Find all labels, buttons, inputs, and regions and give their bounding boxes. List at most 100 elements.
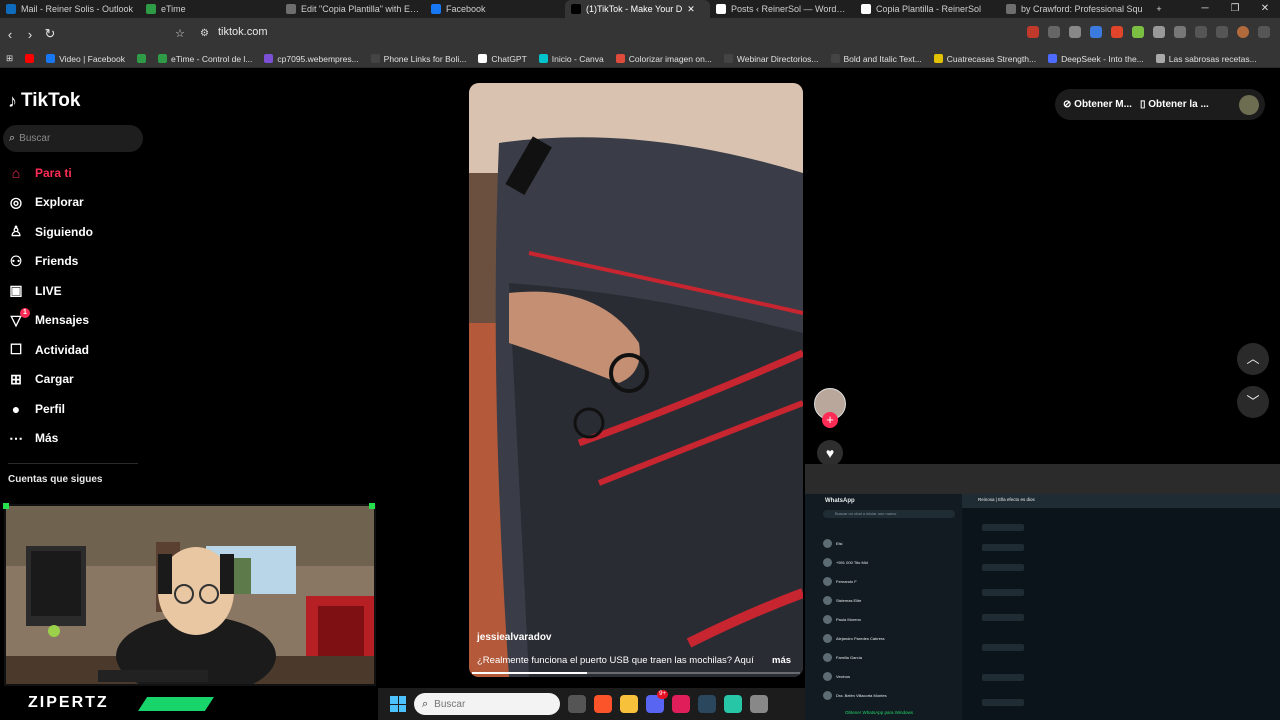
whatsapp-chat-item[interactable]: Dra. Belén Villacorta Montes	[823, 686, 958, 705]
whatsapp-chat-item[interactable]: Sistemas Elite	[823, 591, 958, 610]
browser-tab[interactable]: Edit "Copia Plantilla" with Elem	[280, 0, 425, 18]
site-info-icon[interactable]: ⚙	[200, 28, 209, 39]
sidebar-item-live[interactable]: ▣ LIVE	[8, 276, 143, 306]
live-icon: ▣	[9, 282, 23, 299]
apps-icon[interactable]: ⊞	[0, 53, 19, 64]
reinersol-icon	[716, 4, 726, 14]
app-icon[interactable]	[750, 695, 768, 713]
browser-tab[interactable]: Posts ‹ ReinerSol — WordPress	[710, 0, 855, 18]
music-icon[interactable]	[1195, 26, 1207, 38]
bookmark-item[interactable]: Colorizar imagen on...	[610, 54, 718, 64]
back-icon[interactable]: ‹	[0, 27, 20, 42]
video-player[interactable]	[469, 83, 803, 677]
bookmark-item[interactable]: Webinar Directorios...	[718, 54, 825, 64]
whatsapp-chat-item[interactable]: Alejandro Paredes Cabrera	[823, 629, 958, 648]
taskbar-search-input[interactable]	[434, 698, 545, 710]
extension-icon[interactable]	[1090, 26, 1102, 38]
steam-icon[interactable]	[698, 695, 716, 713]
sidebar-item-home[interactable]: ⌂ Para ti	[8, 158, 143, 188]
whatsapp-chat-item[interactable]: Familia García	[823, 648, 958, 667]
sidebar-item-friends[interactable]: ⚇ Friends	[8, 247, 143, 277]
extension-icon[interactable]	[1111, 26, 1123, 38]
sidebar-item-profile[interactable]: ● Perfil	[8, 394, 143, 424]
extension-icon[interactable]	[1027, 26, 1039, 38]
sidebar-item-messages[interactable]: ▽ Mensajes 1	[8, 306, 143, 336]
forward-icon[interactable]: ›	[20, 27, 40, 42]
browser-tab[interactable]: by Crawford: Professional Squ	[1000, 0, 1150, 18]
sidebar-item-activity[interactable]: ☐ Actividad	[8, 335, 143, 365]
close-tab-icon[interactable]: ✕	[687, 4, 695, 15]
browser-tab[interactable]: Copia Plantilla - ReinerSol	[855, 0, 1000, 18]
bookmark-item[interactable]: eTime - Control de l...	[152, 54, 258, 64]
whatsapp-chat-item[interactable]: Paula Moreno	[823, 610, 958, 629]
reload-icon[interactable]: ↻	[40, 26, 60, 42]
url-field[interactable]: tiktok.com	[218, 26, 268, 38]
bookmark-item[interactable]: Bold and Italic Text...	[825, 54, 928, 64]
avatar	[823, 691, 832, 700]
compass-icon: ◎	[9, 193, 23, 210]
whatsapp-chat-item[interactable]: Fernando F	[823, 572, 958, 591]
whatsapp-footer-link[interactable]: Obtener WhatsApp para Windows	[845, 710, 913, 715]
browser-tab[interactable]: Facebook	[425, 0, 565, 18]
sidebar-item-compass[interactable]: ◎ Explorar	[8, 188, 143, 218]
video-progress-bar[interactable]	[472, 672, 800, 674]
user-avatar[interactable]	[1239, 94, 1259, 115]
whatsapp-search[interactable]: Buscar un chat o iniciar uno nuevo	[823, 510, 955, 518]
extension-icon[interactable]	[1132, 26, 1144, 38]
task-view-icon[interactable]	[568, 695, 586, 713]
maximize-button[interactable]: ❐	[1220, 0, 1250, 18]
bookmark-item[interactable]	[19, 54, 40, 63]
bookmark-item[interactable]: Las sabrosas recetas...	[1150, 54, 1263, 64]
app-icon[interactable]	[724, 695, 742, 713]
tiktok-logo[interactable]: ♪ TikTok	[8, 90, 80, 112]
get-app-button[interactable]: ⊘ Obtener M...	[1063, 99, 1132, 110]
taskbar-search[interactable]: ⌕	[414, 693, 560, 715]
extension-icon[interactable]	[1174, 26, 1186, 38]
bookmark-item[interactable]: Phone Links for Boli...	[365, 54, 473, 64]
outlook-icon	[6, 4, 16, 14]
profile-avatar[interactable]	[1237, 26, 1249, 38]
browser-tab[interactable]: (1)TikTok - Make Your D ✕	[565, 0, 710, 18]
previous-video-button[interactable]: ︿	[1237, 343, 1269, 375]
heart-icon[interactable]: ♥	[817, 440, 843, 466]
bookmark-item[interactable]: Video | Facebook	[40, 54, 131, 64]
minimize-button[interactable]: ─	[1190, 0, 1220, 18]
bookmark-label: Bold and Italic Text...	[843, 53, 922, 64]
menu-icon[interactable]	[1258, 26, 1270, 38]
video-author[interactable]: jessiealvaradov	[477, 632, 552, 643]
next-video-button[interactable]: ﹀	[1237, 386, 1269, 418]
follow-plus-icon[interactable]: +	[822, 412, 838, 428]
extension-icon[interactable]	[1069, 26, 1081, 38]
whatsapp-chat-item[interactable]: Vecinos	[823, 667, 958, 686]
bookmark-item[interactable]: Inicio - Canva	[533, 54, 610, 64]
bookmark-item[interactable]	[131, 54, 152, 63]
whatsapp-chat-item[interactable]: Elsi	[823, 534, 958, 553]
browser-tab[interactable]: eTime	[140, 0, 280, 18]
bookmark-item[interactable]: Cuatrecasas Strength...	[928, 54, 1042, 64]
brave-icon[interactable]	[594, 695, 612, 713]
sidebar-icon[interactable]	[1216, 26, 1228, 38]
file-explorer-icon[interactable]	[620, 695, 638, 713]
extension-icon[interactable]	[1048, 26, 1060, 38]
close-window-button[interactable]: ✕	[1250, 0, 1280, 18]
get-desktop-app-button[interactable]: ▯ Obtener la ...	[1140, 99, 1209, 110]
bookmark-icon[interactable]: ☆	[175, 27, 185, 40]
sidebar-item-more[interactable]: ⋯ Más	[8, 424, 143, 454]
whatsapp-chat-item[interactable]: +591 000 Tito Mid	[823, 553, 958, 572]
sidebar-item-label: Siguiendo	[35, 224, 93, 239]
browser-tab[interactable]: Mail - Reiner Solis - Outlook	[0, 0, 140, 18]
sidebar-item-upload[interactable]: ⊞ Cargar	[8, 365, 143, 395]
sidebar-item-following[interactable]: ♙ Siguiendo	[8, 217, 143, 247]
bookmark-item[interactable]: ChatGPT	[472, 54, 532, 64]
bookmark-item[interactable]: cp7095.webempres...	[258, 54, 364, 64]
bookmark-item[interactable]: DeepSeek - Into the...	[1042, 54, 1150, 64]
caption-more-button[interactable]: más	[772, 655, 791, 666]
slack-icon[interactable]	[672, 695, 690, 713]
extension-icon[interactable]	[1153, 26, 1165, 38]
whatsapp-window[interactable]: WhatsApp Buscar un chat o iniciar uno nu…	[805, 464, 1280, 720]
search-input[interactable]	[19, 133, 130, 144]
new-tab-icon[interactable]: +	[1150, 4, 1168, 14]
bookmark-label: cp7095.webempres...	[277, 53, 359, 64]
discord-icon[interactable]: 9+	[646, 690, 668, 713]
windows-start-icon[interactable]	[390, 696, 406, 712]
